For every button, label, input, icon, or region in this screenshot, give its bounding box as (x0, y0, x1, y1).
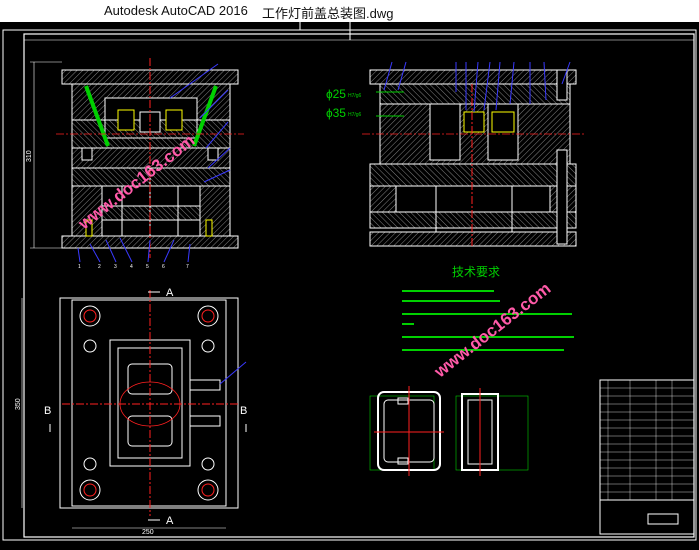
callout-2: 2 (98, 264, 101, 270)
front-height-dimension: 310 (26, 150, 33, 162)
section-a-top-label: A (166, 287, 174, 299)
callout-5: 5 (146, 264, 149, 270)
callout-4: 4 (130, 264, 133, 270)
section-a-bottom-label: A (166, 515, 174, 527)
insert-inner-dimension: ɸ35 (326, 106, 346, 120)
plan-width-dimension: 250 (142, 529, 154, 536)
section-b-left-label: B (44, 405, 51, 417)
side-section-view[interactable]: ɸ25 H7/g6 ɸ35 H7/g6 (326, 61, 584, 247)
insert-inner-tolerance: H7/g6 (348, 112, 362, 118)
tech-requirements-heading: 技术要求 (452, 265, 500, 279)
front-section-view[interactable]: 310 1 2 3 4 5 6 7 (26, 58, 244, 270)
parts-list-table[interactable] (599, 379, 695, 535)
document-title: 工作灯前盖总装图.dwg (262, 6, 394, 21)
callout-3: 3 (114, 264, 117, 270)
watermark-text-right: www.doc163.com (430, 279, 554, 382)
app-title: Autodesk AutoCAD 2016 (104, 3, 248, 18)
part-detail-views[interactable] (369, 386, 529, 476)
section-b-right-label: B (240, 405, 247, 417)
insert-outer-dimension: ɸ25 (326, 87, 346, 101)
plan-view[interactable]: A A B B 350 250 (15, 287, 247, 536)
plan-height-dimension: 350 (15, 398, 22, 410)
callout-7: 7 (186, 264, 189, 270)
callout-6: 6 (162, 264, 165, 270)
drawing-canvas[interactable]: 310 1 2 3 4 5 6 7 ɸ25 H7/g6 ɸ35 H7/g6 A … (0, 22, 699, 545)
callout-1: 1 (78, 264, 81, 270)
title-bar: Autodesk AutoCAD 2016 工作灯前盖总装图.dwg (0, 0, 699, 22)
insert-outer-tolerance: H7/g6 (348, 93, 362, 99)
